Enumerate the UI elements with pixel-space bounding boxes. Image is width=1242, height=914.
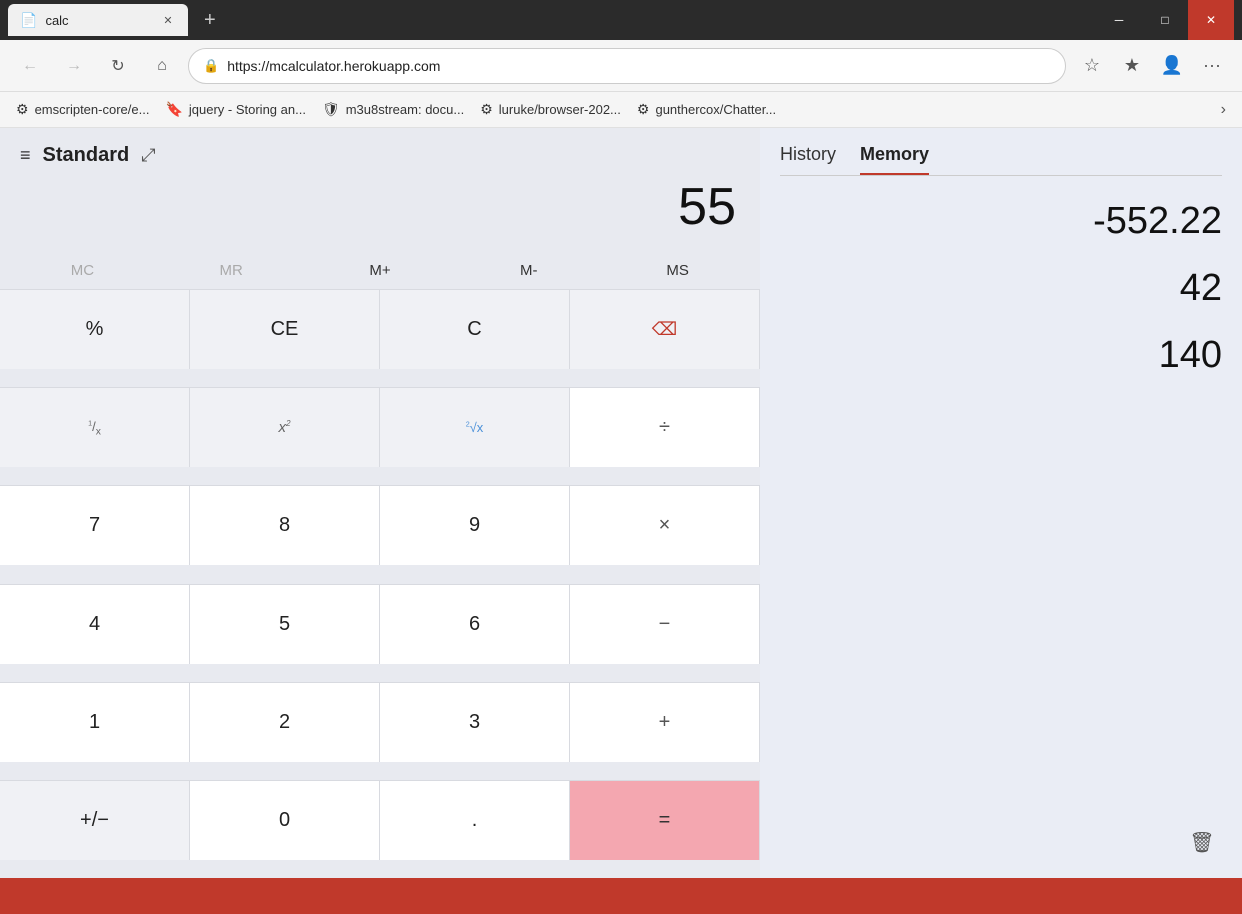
memory-values-list: -552.22 42 140 (780, 192, 1222, 377)
more-button[interactable]: ··· (1194, 48, 1230, 84)
memory-minus-button[interactable]: M- (454, 252, 603, 289)
tab-close-button[interactable]: ✕ (160, 12, 176, 28)
home-button[interactable]: ⌂ (144, 48, 180, 84)
eight-button[interactable]: 8 (190, 485, 380, 565)
nav-actions: ☆ ★ 👤 ··· (1074, 48, 1230, 84)
backspace-button[interactable]: ⌫ (570, 289, 760, 369)
browser-tab[interactable]: 📄 calc ✕ (8, 4, 188, 36)
minimize-button[interactable]: ─ (1096, 0, 1142, 40)
bookmark-3-icon: ⚙ (480, 101, 493, 118)
tab-history[interactable]: History (780, 144, 836, 175)
zero-button[interactable]: 0 (190, 780, 380, 860)
ce-button[interactable]: CE (190, 289, 380, 369)
add-button[interactable]: + (570, 682, 760, 762)
two-button[interactable]: 2 (190, 682, 380, 762)
calc-buttons-grid: % CE C ⌫ 1/x x2 2√x ÷ 7 8 9 × 4 5 6 − 1 … (0, 289, 760, 878)
favorites-button[interactable]: ☆ (1074, 48, 1110, 84)
bookmark-1[interactable]: 🔖 jquery - Storing an... (165, 101, 306, 118)
maximize-button[interactable]: □ (1142, 0, 1188, 40)
memory-value-0: -552.22 (1093, 200, 1222, 243)
divide-button[interactable]: ÷ (570, 387, 760, 467)
reciprocal-button[interactable]: 1/x (0, 387, 190, 467)
memory-recall-button[interactable]: MR (157, 252, 306, 289)
new-tab-button[interactable]: + (196, 4, 224, 36)
profile-button[interactable]: 👤 (1154, 48, 1190, 84)
clear-button[interactable]: C (380, 289, 570, 369)
bookmark-3-label: luruke/browser-202... (499, 102, 621, 117)
decimal-button[interactable]: . (380, 780, 570, 860)
four-button[interactable]: 4 (0, 584, 190, 664)
calculator: ≡ Standard ⤢ 55 MC MR M+ M- MS % CE C ⌫ … (0, 128, 760, 878)
bookmark-2[interactable]: 🛡 m3u8stream: docu... (322, 101, 464, 118)
sqrt-button[interactable]: 2√x (380, 387, 570, 467)
page-content: ≡ Standard ⤢ 55 MC MR M+ M- MS % CE C ⌫ … (0, 128, 1242, 878)
close-button[interactable]: ✕ (1188, 0, 1234, 40)
back-button[interactable]: ← (12, 48, 48, 84)
hamburger-button[interactable]: ≡ (20, 145, 31, 166)
bookmark-0-label: emscripten-core/e... (35, 102, 150, 117)
expand-icon[interactable]: ⤢ (141, 145, 155, 166)
memory-value-2: 140 (1159, 334, 1222, 377)
lock-icon: 🔒 (203, 58, 219, 74)
tab-icon: 📄 (20, 12, 37, 29)
calc-display: 55 (0, 171, 760, 252)
bookmark-1-label: jquery - Storing an... (189, 102, 306, 117)
six-button[interactable]: 6 (380, 584, 570, 664)
tab-title: calc (45, 13, 68, 28)
bookmark-2-icon: 🛡 (322, 101, 340, 118)
title-bar: 📄 calc ✕ + ─ □ ✕ (0, 0, 1242, 40)
bookmark-0-icon: ⚙ (16, 101, 29, 118)
collections-button[interactable]: ★ (1114, 48, 1150, 84)
bookmarks-more-button[interactable]: › (1221, 101, 1226, 119)
bookmarks-bar: ⚙ emscripten-core/e... 🔖 jquery - Storin… (0, 92, 1242, 128)
negate-button[interactable]: +/− (0, 780, 190, 860)
subtract-button[interactable]: − (570, 584, 760, 664)
five-button[interactable]: 5 (190, 584, 380, 664)
bookmark-4-icon: ⚙ (637, 101, 650, 118)
percent-button[interactable]: % (0, 289, 190, 369)
address-bar[interactable]: 🔒 https://mcalculator.herokuapp.com (188, 48, 1066, 84)
url-text: https://mcalculator.herokuapp.com (227, 58, 440, 74)
bookmark-4[interactable]: ⚙ gunthercox/Chatter... (637, 101, 776, 118)
memory-plus-button[interactable]: M+ (306, 252, 455, 289)
bookmark-0[interactable]: ⚙ emscripten-core/e... (16, 101, 149, 118)
memory-clear-button[interactable]: MC (8, 252, 157, 289)
forward-button[interactable]: → (56, 48, 92, 84)
bookmark-1-icon: 🔖 (165, 101, 182, 118)
memory-buttons-row: MC MR M+ M- MS (0, 252, 760, 289)
calc-title: Standard (43, 144, 130, 167)
bookmark-4-label: gunthercox/Chatter... (655, 102, 776, 117)
memory-store-button[interactable]: MS (603, 252, 752, 289)
calc-header: ≡ Standard ⤢ (0, 128, 760, 171)
clear-memory-button[interactable]: 🗑 (1182, 822, 1222, 862)
seven-button[interactable]: 7 (0, 485, 190, 565)
square-button[interactable]: x2 (190, 387, 380, 467)
tab-memory[interactable]: Memory (860, 144, 929, 175)
nine-button[interactable]: 9 (380, 485, 570, 565)
one-button[interactable]: 1 (0, 682, 190, 762)
three-button[interactable]: 3 (380, 682, 570, 762)
refresh-button[interactable]: ↻ (100, 48, 136, 84)
bookmark-3[interactable]: ⚙ luruke/browser-202... (480, 101, 621, 118)
nav-bar: ← → ↻ ⌂ 🔒 https://mcalculator.herokuapp.… (0, 40, 1242, 92)
right-panel: History Memory -552.22 42 140 🗑 (760, 128, 1242, 878)
right-panel-tabs: History Memory (780, 144, 1222, 176)
bookmark-2-label: m3u8stream: docu... (346, 102, 465, 117)
equals-button[interactable]: = (570, 780, 760, 860)
multiply-button[interactable]: × (570, 485, 760, 565)
window-controls: ─ □ ✕ (1096, 0, 1234, 40)
memory-value-1: 42 (1180, 267, 1222, 310)
calc-result: 55 (24, 179, 736, 236)
